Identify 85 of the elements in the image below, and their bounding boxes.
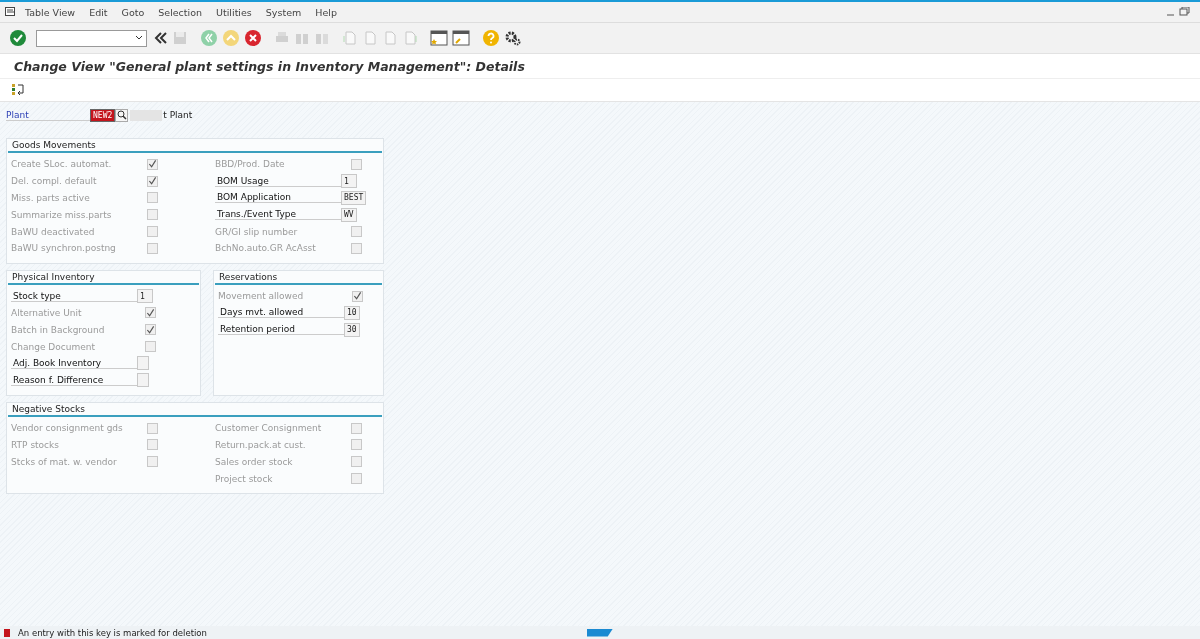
logo-icon bbox=[586, 628, 613, 637]
menu-item[interactable]: Edit bbox=[89, 6, 108, 18]
checkbox[interactable] bbox=[147, 175, 158, 187]
menu-item[interactable]: System bbox=[265, 6, 302, 18]
group-title: Physical Inventory bbox=[8, 270, 199, 285]
field-label: Reason f. Difference bbox=[11, 374, 137, 386]
plant-field[interactable]: NEW2 bbox=[90, 108, 116, 122]
checkbox[interactable] bbox=[147, 158, 158, 170]
checkbox[interactable] bbox=[147, 422, 158, 434]
input-field[interactable]: 10 bbox=[344, 305, 360, 320]
error-icon bbox=[4, 628, 10, 637]
group-title: Reservations bbox=[215, 270, 382, 285]
field-label: Stock type bbox=[11, 290, 137, 302]
checkbox[interactable] bbox=[147, 242, 158, 254]
back-icon[interactable] bbox=[199, 28, 219, 48]
menu-item[interactable]: Help bbox=[315, 6, 337, 18]
input-field[interactable]: 30 bbox=[344, 322, 360, 337]
field-label: Retention period bbox=[218, 324, 344, 336]
window-icon[interactable] bbox=[429, 29, 449, 47]
group-title: Goods Movements bbox=[8, 139, 382, 153]
checkbox-label: Change Document bbox=[11, 341, 96, 352]
input-field[interactable]: WV bbox=[341, 207, 357, 222]
checkbox-label: Sales order stock bbox=[215, 456, 294, 467]
detail-toggle-icon[interactable] bbox=[10, 82, 26, 98]
checkbox[interactable] bbox=[147, 192, 158, 204]
checkbox[interactable] bbox=[351, 456, 362, 468]
checkbox-label: Summarize miss.parts bbox=[11, 209, 113, 220]
checkbox[interactable] bbox=[147, 439, 158, 451]
checkbox-label: Customer Consignment bbox=[215, 423, 323, 434]
checkbox-label: GR/GI slip number bbox=[215, 226, 299, 237]
checkbox-label: Miss. parts active bbox=[11, 193, 91, 203]
checkbox-label: Project stock bbox=[215, 473, 274, 484]
menu-item[interactable]: Table View bbox=[25, 6, 76, 18]
checkbox-label: BaWU deactivated bbox=[11, 226, 96, 237]
checkbox[interactable] bbox=[147, 209, 158, 221]
input-field[interactable]: BEST bbox=[341, 191, 367, 205]
checkbox-label: Stcks of mat. w. vendor bbox=[11, 456, 118, 467]
checkbox-label: Movement allowed bbox=[218, 291, 305, 302]
check-icon[interactable] bbox=[8, 28, 28, 48]
checkbox[interactable] bbox=[351, 439, 362, 451]
checkbox[interactable] bbox=[147, 456, 158, 468]
checkbox-label: BaWU synchron.postng bbox=[11, 243, 117, 254]
field-label: BOM Application bbox=[215, 192, 341, 204]
checkbox-label: Create SLoc. automat. bbox=[11, 159, 113, 170]
search-help-icon[interactable] bbox=[115, 108, 129, 122]
checkbox-label: Alternative Unit bbox=[11, 307, 83, 318]
checkbox-label: Return.pack.at cust. bbox=[215, 439, 307, 450]
input-field[interactable] bbox=[137, 373, 149, 388]
checkbox[interactable] bbox=[351, 158, 362, 170]
checkbox[interactable] bbox=[351, 242, 362, 254]
double-chevron-icon[interactable] bbox=[153, 30, 169, 46]
field-label: BOM Usage bbox=[215, 175, 341, 187]
menu-item[interactable]: Selection bbox=[158, 6, 203, 18]
dropdown-caret-icon[interactable] bbox=[135, 35, 143, 41]
system-menu-icon[interactable] bbox=[5, 7, 17, 17]
checkbox[interactable] bbox=[145, 324, 156, 336]
window-icon[interactable] bbox=[451, 29, 471, 47]
checkbox-label: Vendor consignment gds bbox=[11, 423, 124, 434]
checkbox[interactable] bbox=[147, 226, 158, 238]
cancel-icon[interactable] bbox=[243, 28, 263, 48]
checkbox-label: BBD/Prod. Date bbox=[215, 159, 286, 170]
group-title: Negative Stocks bbox=[8, 402, 382, 417]
checkbox-label: Batch in Background bbox=[11, 324, 106, 335]
checkbox-label: RTP stocks bbox=[11, 439, 60, 450]
plant-description: t Plant bbox=[163, 110, 193, 120]
checkbox[interactable] bbox=[145, 307, 156, 319]
checkbox[interactable] bbox=[352, 290, 363, 302]
page-icon[interactable] bbox=[341, 29, 359, 47]
input-field[interactable] bbox=[137, 356, 149, 371]
menu-item[interactable]: Goto bbox=[121, 6, 145, 18]
field-label: Days mvt. allowed bbox=[218, 307, 344, 319]
checkbox[interactable] bbox=[351, 226, 362, 238]
status-message: An entry with this key is marked for deletion bbox=[18, 627, 207, 638]
menu-item[interactable]: Utilities bbox=[216, 6, 252, 18]
field-label: Adj. Book Inventory bbox=[11, 357, 137, 369]
checkbox-label: BchNo.auto.GR AcAsst bbox=[215, 243, 317, 254]
command-field[interactable] bbox=[36, 29, 147, 47]
field-label: Trans./Event Type bbox=[215, 209, 341, 221]
input-field[interactable]: 1 bbox=[137, 289, 153, 304]
checkbox-label: Del. compl. default bbox=[11, 176, 98, 187]
checkbox[interactable] bbox=[145, 341, 156, 353]
checkbox[interactable] bbox=[351, 473, 362, 485]
checkbox[interactable] bbox=[351, 422, 362, 434]
input-field[interactable]: 1 bbox=[341, 174, 357, 189]
screen-title: Change View "General plant settings in Inventory Management": Details bbox=[14, 58, 525, 74]
